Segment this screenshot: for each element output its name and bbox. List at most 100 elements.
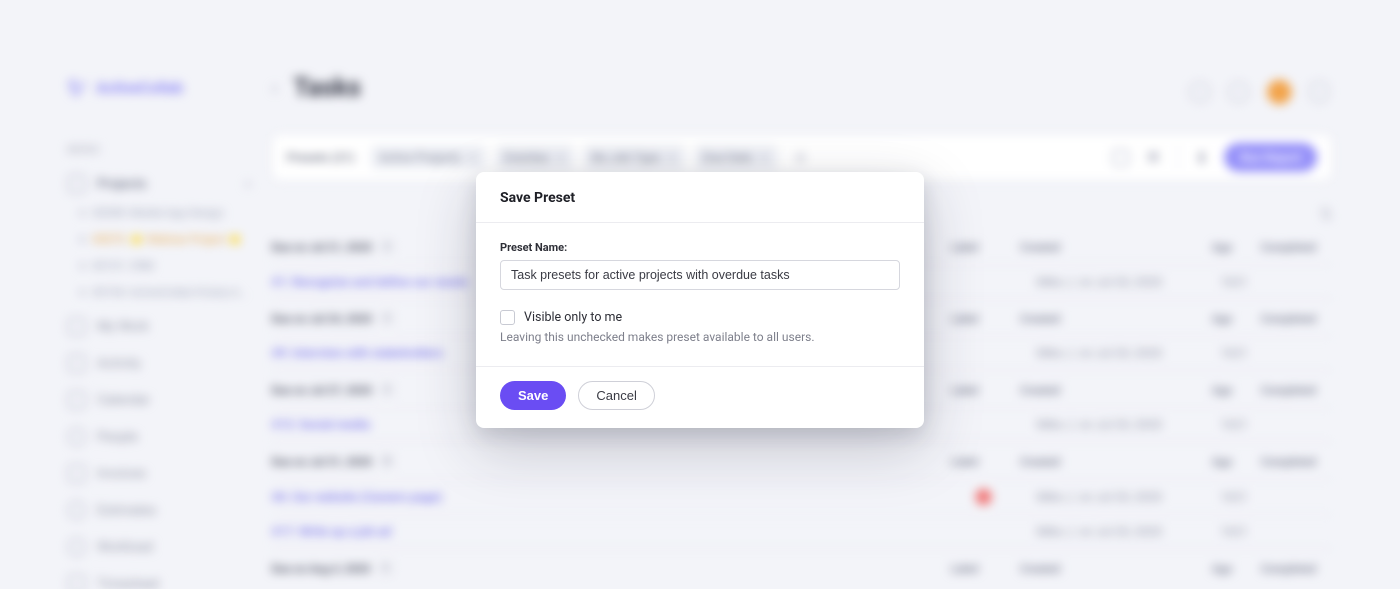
task-created-cell: Mike J. on Jul 20, 2020 bbox=[1037, 275, 1221, 289]
notifications-icon[interactable] bbox=[1310, 82, 1328, 102]
close-icon[interactable]: ✕ bbox=[468, 151, 477, 164]
task-row[interactable]: #6: Our website (Careers page) Mike J. on… bbox=[272, 479, 1333, 515]
activity-icon bbox=[68, 354, 86, 372]
run-report-button[interactable]: Run Report bbox=[1225, 143, 1317, 172]
save-button[interactable]: Save bbox=[500, 381, 566, 410]
sidebar-item-timesheet[interactable]: Timesheet bbox=[68, 574, 252, 589]
preset-name-input[interactable] bbox=[500, 260, 900, 290]
header-icons bbox=[1190, 80, 1329, 104]
group-title: Due on Jul 31, 2020 bbox=[272, 455, 372, 468]
sidebar-item-label: Projects bbox=[97, 176, 146, 191]
chevron-up-icon: ˄ bbox=[245, 177, 252, 190]
column-header-age: Age bbox=[1212, 383, 1253, 396]
task-age-cell: 1621 bbox=[1220, 417, 1261, 431]
invoices-icon bbox=[68, 464, 86, 482]
timesheet-icon bbox=[68, 574, 86, 589]
task-created-cell: Mike J. on Jul 20, 2020 bbox=[1037, 490, 1221, 504]
checkbox-hint: Leaving this unchecked makes preset avai… bbox=[500, 330, 900, 344]
group-count-badge: 1 bbox=[380, 383, 394, 397]
task-created-cell: Mike J. on Jul 20, 2020 bbox=[1037, 346, 1221, 360]
menu-section-label: MENU bbox=[68, 145, 252, 156]
page-title: Tasks bbox=[293, 74, 361, 104]
task-age-cell: 1621 bbox=[1220, 275, 1261, 289]
column-header-age: Age bbox=[1212, 455, 1253, 468]
save-preset-icon[interactable] bbox=[1112, 149, 1129, 166]
filter-chip[interactable]: No Job Type✕ bbox=[584, 145, 685, 169]
sidebar-item-calendar[interactable]: Calendar bbox=[68, 391, 252, 409]
group-count-badge: 1 bbox=[380, 311, 394, 325]
column-header-label: Label bbox=[951, 455, 1012, 468]
refresh-icon[interactable]: ⇅ bbox=[1320, 205, 1333, 223]
sidebar-item-activity[interactable]: Activity bbox=[68, 354, 252, 372]
stopwatch-icon[interactable] bbox=[1190, 82, 1210, 102]
clear-filters-icon[interactable]: ✕ bbox=[1146, 147, 1161, 168]
group-title: Due on Jul 24, 2020 bbox=[272, 312, 372, 325]
column-header-label: Label bbox=[951, 562, 1012, 575]
user-avatar[interactable] bbox=[1267, 80, 1291, 104]
filter-chip[interactable]: Due Date✕ bbox=[695, 145, 777, 169]
estimates-icon bbox=[68, 501, 86, 519]
column-header-age: Age bbox=[1212, 240, 1253, 253]
group-title: Due on Aug 4, 2020 bbox=[272, 562, 371, 575]
task-age-cell: 1621 bbox=[1220, 525, 1261, 539]
checkbox-label: Visible only to me bbox=[524, 310, 622, 325]
calendar-icon bbox=[68, 391, 86, 409]
column-header-age: Age bbox=[1212, 562, 1253, 575]
sidebar-subitem[interactable]: #3194: ActiveCollab 8 Early A… bbox=[80, 286, 251, 299]
column-header-completed: Completed bbox=[1261, 312, 1332, 325]
column-header-created: Created bbox=[1020, 455, 1204, 468]
sidebar-item-workload[interactable]: Workload bbox=[68, 538, 252, 556]
projects-icon bbox=[68, 175, 86, 193]
close-icon[interactable]: ✕ bbox=[760, 151, 769, 164]
group-header[interactable]: Due on Jul 31, 20202LabelCreatedAgeCompl… bbox=[272, 441, 1333, 479]
sidebar-item-my-work[interactable]: My Work bbox=[68, 317, 252, 335]
cancel-button[interactable]: Cancel bbox=[578, 381, 654, 410]
task-name-link[interactable]: #6: Our website (Careers page) bbox=[272, 490, 976, 504]
column-header-created: Created bbox=[1020, 240, 1204, 253]
download-icon[interactable]: ⬇ bbox=[1195, 148, 1209, 167]
column-header-label: Label bbox=[951, 383, 1012, 396]
group-count-badge: 1 bbox=[378, 561, 392, 575]
back-caret-icon[interactable]: ‹ bbox=[272, 78, 278, 99]
column-header-completed: Completed bbox=[1261, 240, 1332, 253]
search-icon[interactable] bbox=[1228, 82, 1248, 102]
briefcase-icon bbox=[68, 317, 86, 335]
sidebar-item-invoices[interactable]: Invoices bbox=[68, 464, 252, 482]
column-header-label: Label bbox=[951, 312, 1012, 325]
modal-title: Save Preset bbox=[476, 172, 924, 223]
sidebar-subitem[interactable]: #3151: CRM bbox=[80, 259, 251, 272]
presets-dropdown[interactable]: Presets (21) bbox=[287, 150, 361, 164]
divider bbox=[1177, 144, 1178, 171]
save-preset-modal: Save Preset Preset Name: Visible only to… bbox=[476, 172, 924, 428]
main-header: ‹ Tasks bbox=[272, 74, 1333, 104]
group-count-badge: 1 bbox=[380, 240, 394, 254]
task-age-cell: 1621 bbox=[1220, 346, 1261, 360]
close-icon[interactable]: ✕ bbox=[667, 151, 676, 164]
sidebar-item-people[interactable]: People bbox=[68, 428, 252, 446]
visible-only-to-me-checkbox[interactable] bbox=[500, 310, 515, 325]
sidebar-item-projects[interactable]: Projects ˄ bbox=[68, 175, 252, 193]
task-name-link[interactable]: #17: Write up a job ad bbox=[272, 525, 976, 539]
brand-name: ActiveCollab bbox=[96, 79, 183, 97]
red-label-icon bbox=[975, 489, 991, 505]
preset-name-label: Preset Name: bbox=[500, 241, 900, 254]
filter-chip[interactable]: Active Projects✕ bbox=[371, 145, 485, 169]
close-icon[interactable]: ✕ bbox=[556, 151, 565, 164]
task-row[interactable]: #17: Write up a job adMike J. on Jul 20,… bbox=[272, 514, 1333, 548]
activecollab-logo-icon bbox=[68, 78, 88, 98]
column-header-age: Age bbox=[1212, 312, 1253, 325]
group-title: Due on Jul 27, 2020 bbox=[272, 383, 372, 396]
group-header[interactable]: Due on Aug 4, 20201LabelCreatedAgeComple… bbox=[272, 548, 1333, 586]
column-header-label: Label bbox=[951, 240, 1012, 253]
add-filter-icon[interactable]: ＋ bbox=[787, 144, 814, 171]
sidebar-item-estimates[interactable]: Estimates bbox=[68, 501, 252, 519]
workload-icon bbox=[68, 538, 86, 556]
filter-chip[interactable]: Overdue✕ bbox=[496, 145, 574, 169]
app-root: ActiveCollab MENU Projects ˄ #2098: Mobi… bbox=[0, 0, 1400, 589]
sidebar-subitem[interactable]: #3075: ⭐ Webinar Project ⭐ bbox=[80, 233, 251, 246]
people-icon bbox=[68, 428, 86, 446]
brand-logo[interactable]: ActiveCollab bbox=[68, 78, 252, 98]
sidebar-subitem[interactable]: #2098: Mobile App Design bbox=[80, 206, 251, 219]
task-created-cell: Mike J. on Jul 20, 2020 bbox=[1037, 417, 1221, 431]
column-header-created: Created bbox=[1020, 312, 1204, 325]
